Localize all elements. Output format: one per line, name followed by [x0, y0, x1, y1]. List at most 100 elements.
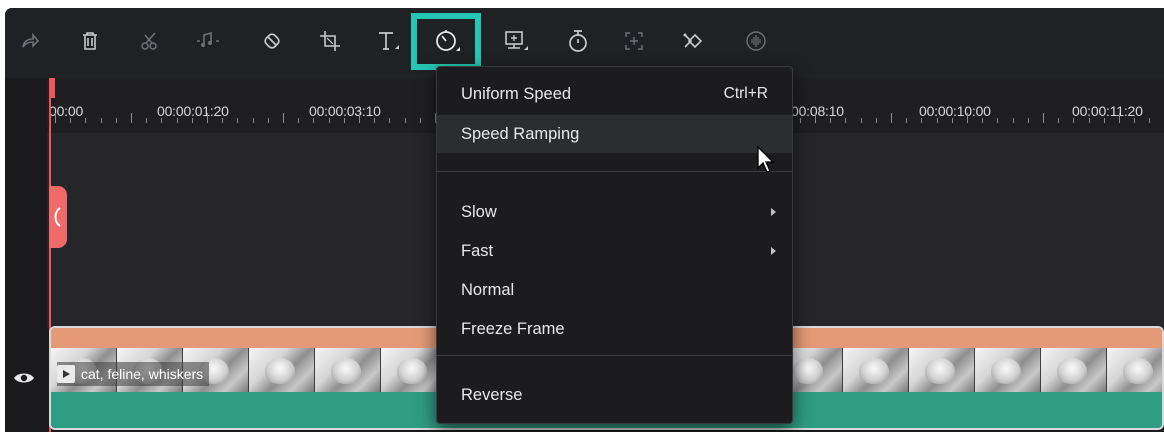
- ruler-tick: [328, 118, 330, 123]
- ruler-tick: [845, 118, 847, 123]
- ruler-tick: [343, 118, 345, 123]
- ruler-tick: [1149, 118, 1151, 123]
- ruler-tick: [1058, 118, 1060, 123]
- ruler-tick: [419, 118, 421, 123]
- ruler-tick: [374, 118, 376, 123]
- clip-thumbnail: [843, 348, 909, 396]
- menu-divider: [437, 355, 792, 356]
- ruler-label: 00:08:10: [791, 103, 844, 119]
- playhead-handle[interactable]: [49, 78, 55, 98]
- freeze-icon[interactable]: [499, 24, 533, 58]
- shortcut-label: Ctrl+R: [723, 85, 768, 102]
- ruler-tick: [982, 118, 984, 123]
- ruler-tick: [936, 118, 938, 123]
- menu-item-label: Freeze Frame: [461, 319, 565, 338]
- menu-item-reverse[interactable]: Reverse: [437, 376, 792, 414]
- clip-thumbnail: [1107, 348, 1162, 396]
- ruler-tick: [875, 118, 877, 123]
- ruler-tick: [313, 118, 315, 123]
- menu-item-slow[interactable]: Slow: [437, 193, 792, 231]
- clip-title: cat, feline, whiskers: [57, 362, 210, 386]
- ruler-label: 00:00:03:10: [309, 103, 381, 119]
- clip-thumbnail: [975, 348, 1041, 396]
- ruler-tick: [252, 118, 254, 123]
- cut-icon[interactable]: [133, 24, 167, 58]
- ruler-tick: [815, 113, 816, 123]
- text-icon[interactable]: [371, 24, 405, 58]
- ruler-tick: [1073, 118, 1075, 123]
- add-icon[interactable]: [617, 24, 651, 58]
- ruler-tick: [404, 118, 406, 123]
- ruler-tick: [115, 118, 117, 123]
- audio-wave-icon[interactable]: [739, 24, 773, 58]
- ruler-tick: [100, 118, 102, 123]
- ruler-tick: [1088, 118, 1090, 123]
- ruler-tick: [85, 118, 87, 123]
- menu-item-label: Fast: [461, 241, 494, 260]
- ruler-tick: [967, 113, 968, 123]
- redo-icon[interactable]: [13, 24, 47, 58]
- tag-icon[interactable]: [255, 24, 289, 58]
- ruler-label: 00:00:01:20: [157, 103, 229, 119]
- delete-icon[interactable]: [73, 24, 107, 58]
- ruler-tick: [1043, 113, 1044, 123]
- speed-button-highlight: [411, 13, 481, 70]
- ruler-tick: [951, 118, 953, 123]
- eye-icon[interactable]: [13, 370, 35, 386]
- playhead-marker-tab[interactable]: [49, 186, 67, 248]
- chevron-right-icon: [771, 247, 776, 255]
- editor-window: 00:00 00:00:01:20 00:00:03:10 00:08:10 0…: [5, 8, 1164, 432]
- clip-thumbnail: [249, 348, 315, 396]
- clip-thumbnail: [1041, 348, 1107, 396]
- ruler-tick: [359, 113, 360, 123]
- menu-item-freeze-frame[interactable]: Freeze Frame: [437, 310, 792, 348]
- crop-icon[interactable]: [313, 24, 347, 58]
- audio-icon[interactable]: [191, 24, 225, 58]
- video-play-icon: [57, 365, 75, 383]
- ruler-tick: [298, 118, 300, 123]
- ruler-tick: [1027, 118, 1029, 123]
- ruler-tick: [176, 118, 178, 123]
- ruler-tick: [131, 113, 132, 123]
- clip-label-text: cat, feline, whiskers: [81, 366, 204, 382]
- ruler-tick: [55, 113, 56, 123]
- ruler-tick: [237, 118, 239, 123]
- ruler-tick: [222, 118, 224, 123]
- menu-item-fast[interactable]: Fast: [437, 232, 792, 270]
- menu-item-uniform-speed[interactable]: Uniform Speed Ctrl+R: [437, 75, 792, 113]
- menu-item-label: Normal: [461, 280, 515, 299]
- ruler-tick: [207, 113, 208, 123]
- ruler-tick: [161, 118, 163, 123]
- ruler-tick: [146, 118, 148, 123]
- clip-thumbnail: [315, 348, 381, 396]
- ruler-tick: [997, 118, 999, 123]
- speed-menu: Uniform Speed Ctrl+R Speed Ramping Slow …: [436, 66, 793, 424]
- ruler-tick: [1134, 118, 1136, 123]
- ruler-label: 00:00:10:00: [919, 103, 991, 119]
- ruler-tick: [921, 118, 923, 123]
- ruler-tick: [1012, 118, 1014, 123]
- ruler-tick: [191, 118, 193, 123]
- menu-item-label: Speed Ramping: [461, 124, 580, 143]
- mouse-cursor-icon: [757, 146, 775, 173]
- ruler-tick: [267, 118, 269, 123]
- ruler-tick: [1119, 113, 1120, 123]
- menu-divider: [437, 171, 792, 172]
- ruler-tick: [283, 113, 284, 123]
- chevron-right-icon: [771, 208, 776, 216]
- menu-item-normal[interactable]: Normal: [437, 271, 792, 309]
- ruler-tick: [860, 118, 862, 123]
- ruler-tick: [830, 118, 832, 123]
- ruler-tick: [1103, 118, 1105, 123]
- menu-item-label: Slow: [461, 202, 497, 221]
- ruler-tick: [891, 113, 892, 123]
- timer-icon[interactable]: [561, 24, 595, 58]
- menu-item-label: Reverse: [461, 385, 523, 404]
- ruler-tick: [389, 118, 391, 123]
- menu-item-label: Uniform Speed: [461, 84, 572, 103]
- ruler-tick: [906, 118, 908, 123]
- ruler-tick: [799, 118, 801, 123]
- menu-item-speed-ramping[interactable]: Speed Ramping: [437, 115, 792, 153]
- keyframe-icon[interactable]: [677, 24, 711, 58]
- ruler-tick: [70, 118, 72, 123]
